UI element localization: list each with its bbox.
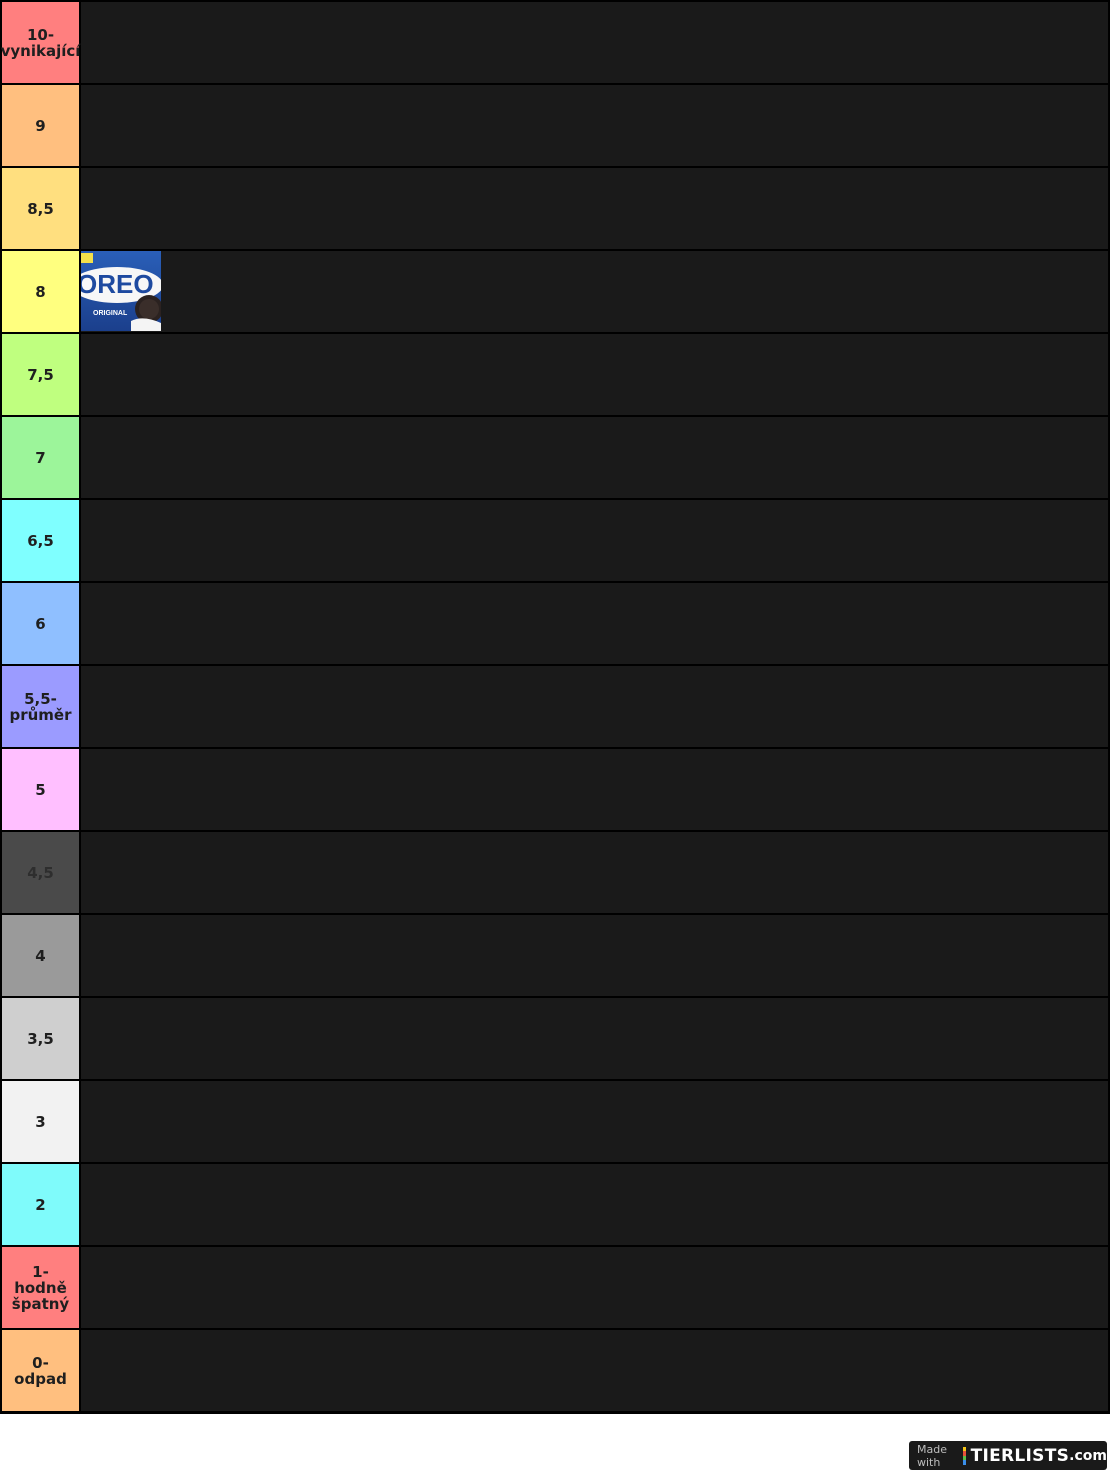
tier-label[interactable]: 4 bbox=[2, 915, 79, 996]
tier-items-dropzone[interactable] bbox=[81, 417, 1108, 498]
tier-items-dropzone[interactable] bbox=[81, 998, 1108, 1079]
tier-row: 5,5- průměr bbox=[2, 666, 1108, 747]
oreo-subtext: ORIGINAL bbox=[93, 310, 128, 317]
tier-items-dropzone[interactable] bbox=[81, 1081, 1108, 1162]
logo-bar-segment bbox=[963, 1460, 966, 1465]
watermark-brand: TIERLISTS bbox=[970, 1445, 1070, 1466]
tier-items-dropzone[interactable] bbox=[81, 1330, 1108, 1411]
tier-items-dropzone[interactable] bbox=[81, 832, 1108, 913]
tier-row: 4,5 bbox=[2, 832, 1108, 913]
tier-label[interactable]: 8,5 bbox=[2, 168, 79, 249]
tier-item-oreo[interactable]: OREO ORIGINAL bbox=[81, 251, 161, 331]
tier-row: 6 bbox=[2, 583, 1108, 664]
tier-row: 7 bbox=[2, 417, 1108, 498]
tier-label[interactable]: 0- odpad bbox=[2, 1330, 79, 1411]
watermark-made-with: Made with bbox=[917, 1442, 947, 1469]
tier-items-dropzone[interactable] bbox=[81, 85, 1108, 166]
tier-row: 9 bbox=[2, 85, 1108, 166]
tier-row: 0- odpad bbox=[2, 1330, 1108, 1411]
tier-label[interactable]: 3 bbox=[2, 1081, 79, 1162]
watermark-badge[interactable]: Made with TIERLISTS .com bbox=[909, 1441, 1107, 1470]
tier-items-dropzone[interactable] bbox=[81, 749, 1108, 830]
tier-label[interactable]: 4,5 bbox=[2, 832, 79, 913]
tier-items-dropzone[interactable] bbox=[81, 666, 1108, 747]
tier-row: 3 bbox=[2, 1081, 1108, 1162]
tier-label[interactable]: 5,5- průměr bbox=[2, 666, 79, 747]
tier-board: 10- vynikající 9 8,5 8 OREO ORIGINAL 7,5 7 6,5 6 5… bbox=[0, 0, 1110, 1414]
tier-row: 8 OREO ORIGINAL bbox=[2, 251, 1108, 332]
tier-label[interactable]: 2 bbox=[2, 1164, 79, 1245]
tier-row: 1- hodně špatný bbox=[2, 1247, 1108, 1328]
tier-label[interactable]: 7 bbox=[2, 417, 79, 498]
tier-label[interactable]: 5 bbox=[2, 749, 79, 830]
tier-items-dropzone[interactable] bbox=[81, 915, 1108, 996]
tier-items-dropzone[interactable] bbox=[81, 1247, 1108, 1328]
tier-row: 3,5 bbox=[2, 998, 1108, 1079]
tier-label[interactable]: 9 bbox=[2, 85, 79, 166]
tier-row: 5 bbox=[2, 749, 1108, 830]
tier-items-dropzone[interactable]: OREO ORIGINAL bbox=[81, 251, 1108, 332]
tier-label[interactable]: 7,5 bbox=[2, 334, 79, 415]
tier-items-dropzone[interactable] bbox=[81, 500, 1108, 581]
tier-row: 7,5 bbox=[2, 334, 1108, 415]
tier-label[interactable]: 3,5 bbox=[2, 998, 79, 1079]
oreo-logo-text: OREO bbox=[81, 269, 154, 299]
tier-label[interactable]: 10- vynikající bbox=[1, 2, 80, 83]
tier-label[interactable]: 6,5 bbox=[2, 500, 79, 581]
tier-row: 2 bbox=[2, 1164, 1108, 1245]
oreo-package-image: OREO ORIGINAL bbox=[81, 251, 161, 331]
tier-items-dropzone[interactable] bbox=[81, 334, 1108, 415]
tier-row: 8,5 bbox=[2, 168, 1108, 249]
tier-label[interactable]: 6 bbox=[2, 583, 79, 664]
tier-items-dropzone[interactable] bbox=[81, 2, 1108, 83]
watermark-tld: .com bbox=[1069, 1447, 1107, 1464]
tier-items-dropzone[interactable] bbox=[81, 1164, 1108, 1245]
tier-row: 6,5 bbox=[2, 500, 1108, 581]
tier-items-dropzone[interactable] bbox=[81, 583, 1108, 664]
tier-items-dropzone[interactable] bbox=[81, 168, 1108, 249]
tier-label[interactable]: 1- hodně špatný bbox=[2, 1247, 79, 1328]
tierlists-logo-icon bbox=[963, 1446, 966, 1465]
tier-row: 10- vynikající bbox=[1, 2, 1108, 83]
tier-row: 4 bbox=[2, 915, 1108, 996]
tier-label[interactable]: 8 bbox=[2, 251, 79, 332]
